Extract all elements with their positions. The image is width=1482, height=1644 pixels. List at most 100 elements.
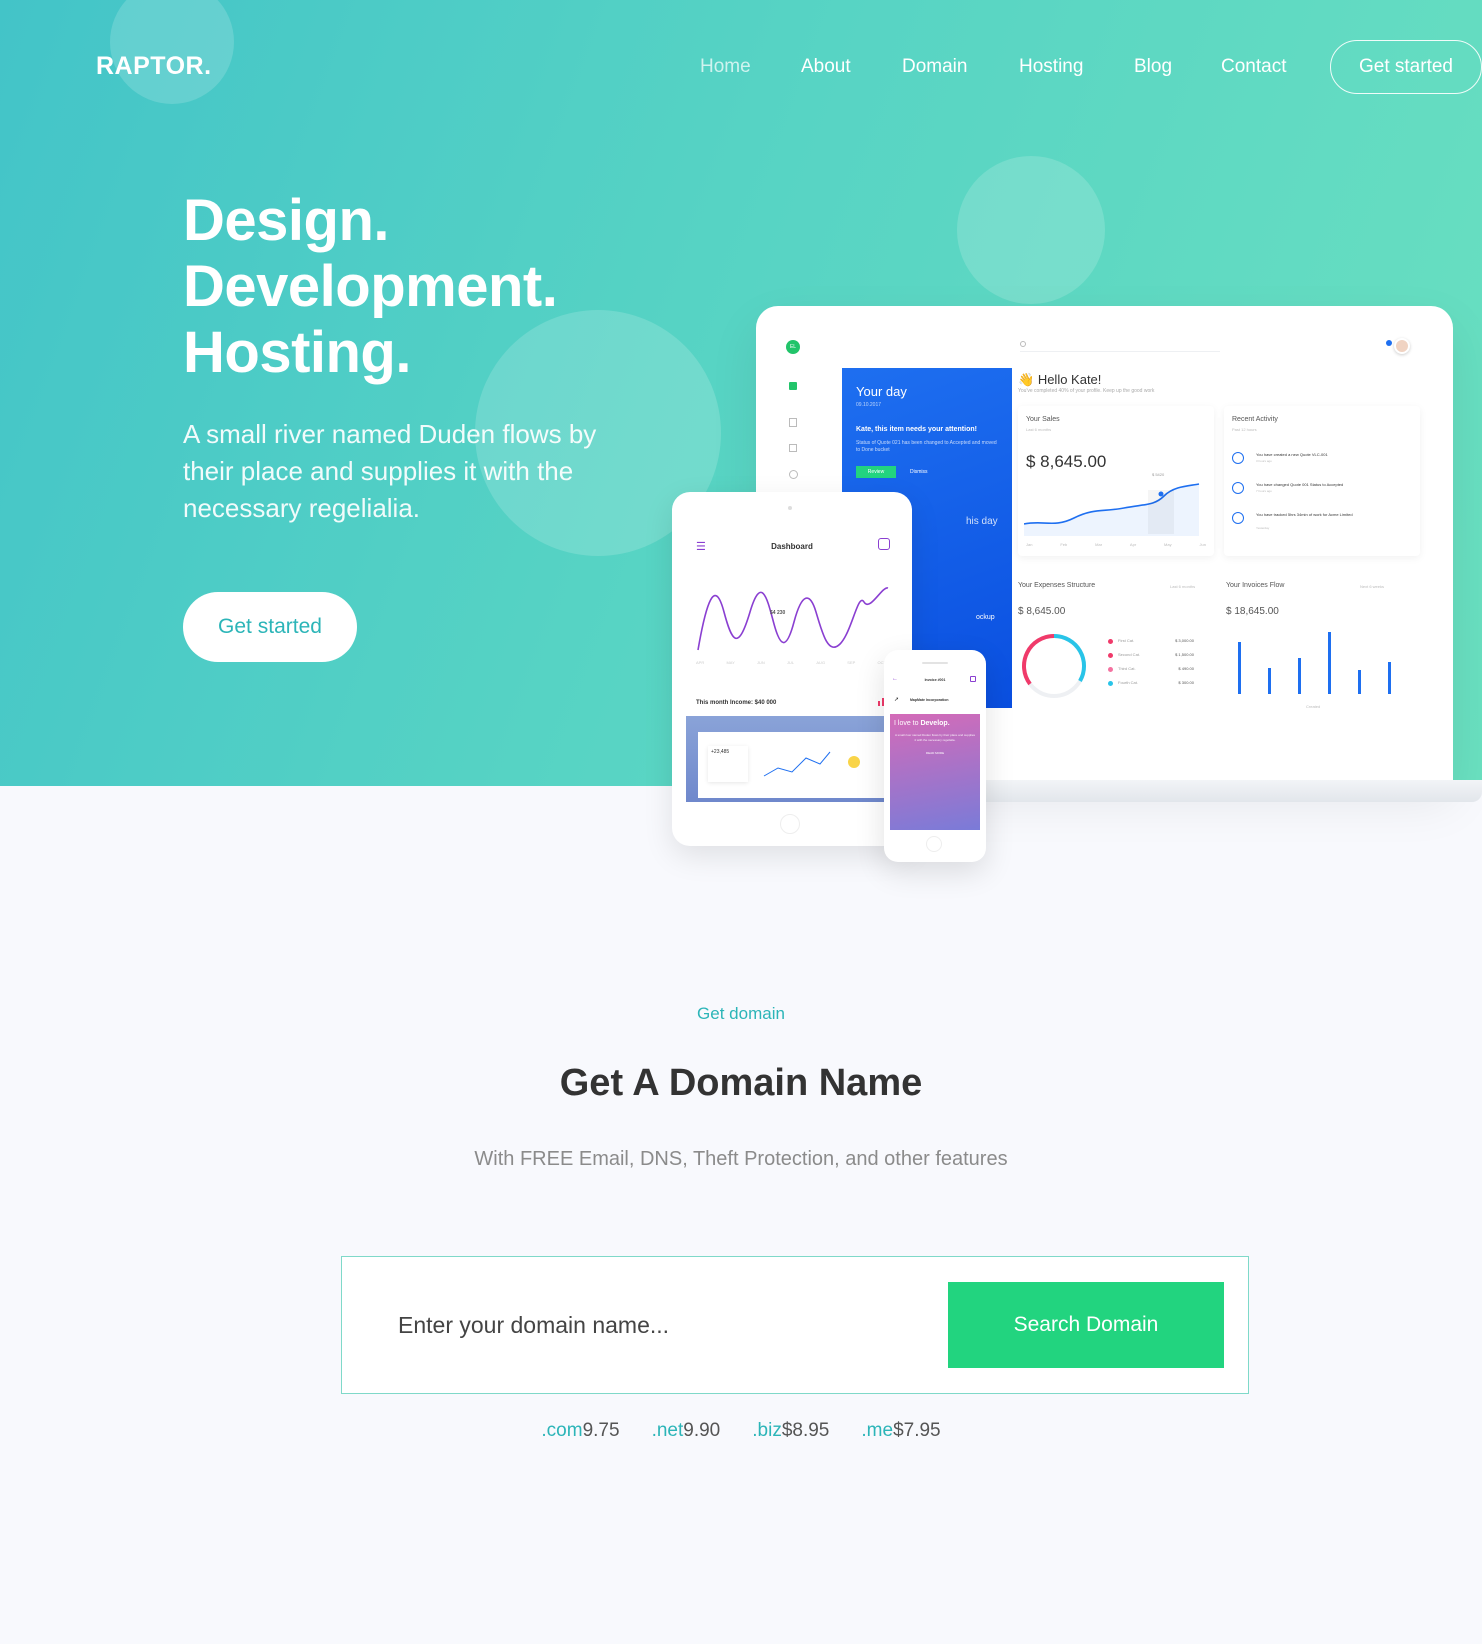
rocket-icon: ➚: [894, 697, 900, 703]
activity-time: Yesterday: [1256, 526, 1270, 530]
sun-icon: [848, 756, 860, 768]
legend-label: Fourth Cat.: [1118, 680, 1139, 685]
domain-price-list: .com9.75 .net9.90 .biz$8.95 .me$7.95: [0, 1420, 1482, 1442]
phone-screen: ← Invoice #001 ➚ MapMate Incorporation I…: [890, 674, 980, 830]
dismiss-button[interactable]: Dismiss: [910, 469, 928, 475]
expenses-period: Last 6 months: [1170, 584, 1196, 589]
panel-this-day: his day: [966, 516, 998, 527]
axis-tick: MAY: [726, 660, 735, 665]
sales-title: Your Sales: [1026, 416, 1060, 423]
sales-value: $ 8,645.00: [1026, 452, 1107, 471]
search-domain-button[interactable]: Search Domain: [948, 1282, 1224, 1368]
tablet-preview: +23,485: [686, 716, 898, 802]
avatar-icon: EL: [786, 340, 800, 354]
tablet-stat: +23,485: [711, 749, 730, 755]
price-amount: $8.95: [781, 1420, 830, 1441]
price-amount: 9.90: [683, 1420, 721, 1441]
greeting: 👋 Hello Kate!: [1018, 372, 1102, 387]
phone-title: Invoice #001: [924, 678, 946, 682]
activity-text: You have created a new Quote VLC-001: [1256, 452, 1328, 457]
nav-hosting[interactable]: Hosting: [1019, 56, 1083, 78]
legend-row: Fourth Cat. $ 300.00: [1108, 680, 1194, 694]
activity-time: 3 hours ago: [1256, 459, 1272, 463]
notification-icon[interactable]: [1386, 340, 1392, 346]
price-item: .biz$8.95: [752, 1420, 829, 1442]
phone-develop: Develop.: [920, 720, 950, 727]
axis-tick: JUL: [787, 660, 795, 665]
phone-home-button: [926, 836, 942, 852]
price-ext: .biz: [752, 1420, 782, 1441]
tablet-income: This month Income: $40 000: [696, 700, 777, 706]
nav-get-started-button[interactable]: Get started: [1330, 40, 1482, 94]
legend-dot-icon: [1108, 681, 1113, 686]
nav-blog[interactable]: Blog: [1134, 56, 1172, 78]
legend-value: $ 300.00: [1178, 680, 1194, 685]
nav-about[interactable]: About: [801, 56, 851, 78]
headline-line: Development.: [183, 254, 558, 319]
greeting-sub: You've completed 40% of your profile. Ke…: [1018, 388, 1155, 394]
calendar-icon: [789, 444, 797, 452]
phone-action-icon[interactable]: [970, 676, 976, 682]
quote-icon: [1232, 452, 1244, 464]
sales-card: Your Sales Last 6 months $ 8,645.00 $ 54…: [1018, 406, 1214, 556]
legend-value: $ 3,000.00: [1175, 638, 1194, 643]
tablet-preview-inner: +23,485: [698, 732, 888, 798]
review-button[interactable]: Review: [856, 466, 896, 478]
sales-line-chart: [1024, 483, 1200, 536]
price-item: .net9.90: [652, 1420, 721, 1442]
phone-item: MapMate Incorporation: [910, 698, 949, 702]
legend-row: First Cat. $ 3,000.00: [1108, 638, 1194, 652]
legend-value: $ 1,500.00: [1175, 652, 1194, 657]
expenses-donut-chart: [1022, 634, 1086, 698]
axis-tick: JUN: [757, 660, 765, 665]
axis-tick: Jan: [1026, 542, 1033, 547]
check-icon: [1232, 482, 1244, 494]
clock-icon: [789, 470, 798, 479]
axis-tick: APR: [696, 660, 705, 665]
panel-alert-sub: Status of Quote 021 has been changed to …: [856, 440, 997, 453]
decor-bubble: [957, 156, 1105, 304]
axis-tick: Mar: [1095, 542, 1103, 547]
hero-headline: Design. Development. Hosting.: [183, 188, 558, 386]
page: RAPTOR. Home About Domain Hosting Blog C…: [0, 0, 1482, 1644]
legend-row: Third Cat. $ 490.00: [1108, 666, 1194, 680]
sales-x-axis: Jan Feb Mar Apr May Jun: [1026, 542, 1206, 547]
tablet-mini-chart: [763, 751, 831, 777]
invoices-value: $ 18,645.00: [1226, 606, 1279, 617]
legend-label: First Cat.: [1118, 638, 1135, 643]
phone-body: A small river named Duden flows by their…: [894, 733, 976, 742]
domain-search-input[interactable]: [368, 1282, 948, 1368]
greeting-text: Hello Kate!: [1037, 372, 1102, 387]
nav-contact[interactable]: Contact: [1221, 56, 1286, 78]
activity-text: You have tracked 5hrs 34min of work for …: [1256, 512, 1353, 517]
expenses-value: $ 8,645.00: [1018, 606, 1066, 617]
legend-row: Second Cat. $ 1,500.00: [1108, 652, 1194, 666]
price-amount: $7.95: [893, 1420, 941, 1441]
tablet-screen: ☰ Dashboard $4 230 APR MAY JUN JUL AUG S…: [686, 532, 898, 802]
tablet-title: Dashboard: [771, 542, 813, 551]
domain-eyebrow: Get domain: [697, 1004, 785, 1023]
activity-card: Recent Activity Past 12 hours You have c…: [1224, 406, 1420, 556]
activity-period: Past 12 hours: [1232, 427, 1257, 432]
domain-title: Get A Domain Name: [559, 1062, 923, 1104]
headline-line: Design.: [183, 188, 390, 253]
axis-tick: Feb: [1060, 542, 1068, 547]
expenses-legend: First Cat. $ 3,000.00 Second Cat. $ 1,50…: [1108, 638, 1194, 694]
activity-text: You have changed Quote 001 Status to Acc…: [1256, 482, 1344, 487]
hero-get-started-button[interactable]: Get started: [183, 592, 357, 662]
price-amount: 9.75: [582, 1420, 620, 1441]
tablet-x-axis: APR MAY JUN JUL AUG SEP OCT: [696, 660, 886, 665]
dashboard-search[interactable]: [1020, 340, 1220, 352]
nav-home[interactable]: Home: [700, 56, 751, 78]
document-icon: [789, 418, 797, 427]
phone-read-more[interactable]: READ MORE: [894, 751, 976, 755]
notification-icon[interactable]: [878, 538, 890, 550]
invoices-bar-chart: [1238, 632, 1391, 694]
legend-value: $ 490.00: [1178, 666, 1194, 671]
price-ext: .com: [541, 1420, 583, 1441]
user-avatar[interactable]: [1394, 338, 1410, 354]
main-nav: Home About Domain Hosting Blog Contact: [0, 56, 1482, 86]
nav-domain[interactable]: Domain: [902, 56, 967, 78]
invoices-foot: Created: [1306, 704, 1321, 709]
tablet-home-button: [780, 814, 800, 834]
